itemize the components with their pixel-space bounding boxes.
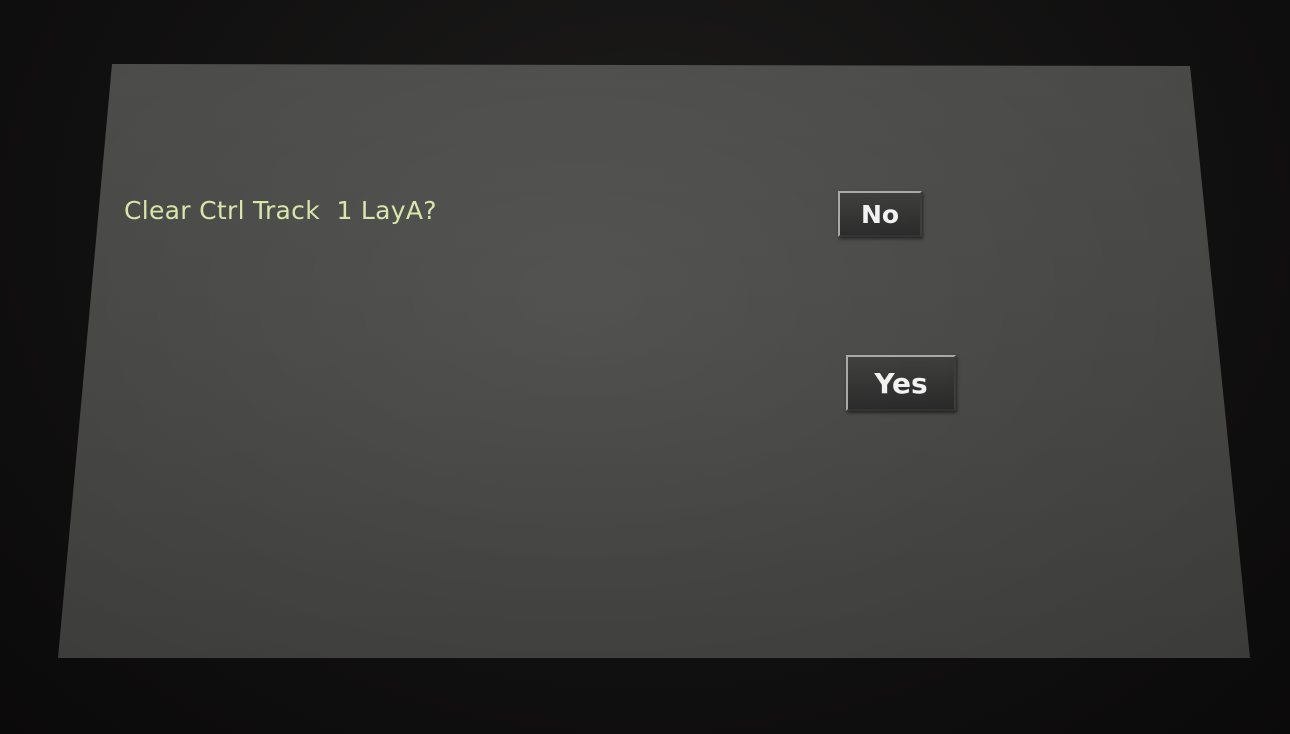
yes-button[interactable]: Yes	[846, 355, 956, 411]
display-screen: Clear Ctrl Track 1 LayA? No Yes	[58, 64, 1250, 658]
no-button[interactable]: No	[838, 191, 922, 237]
confirm-prompt: Clear Ctrl Track 1 LayA?	[124, 196, 437, 225]
